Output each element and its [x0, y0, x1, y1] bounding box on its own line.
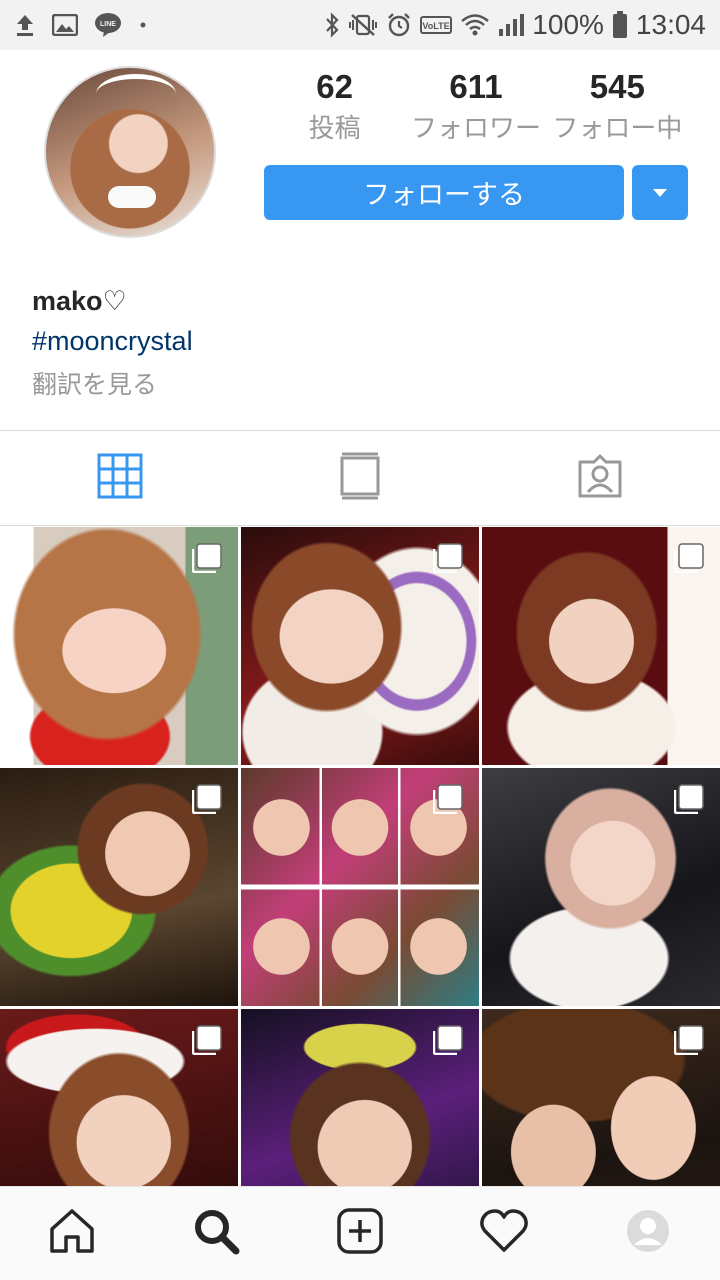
- profile-name: mako♡: [32, 286, 127, 316]
- profile-stats: 62 投稿 611 フォロワー 545 フォロー中: [264, 66, 688, 148]
- multiple-photos-icon: [674, 1025, 704, 1055]
- signal-icon: [498, 13, 525, 37]
- see-translation-link[interactable]: 翻訳を見る: [32, 365, 157, 401]
- multiple-photos-icon: [192, 543, 222, 573]
- bio-hashtag-link[interactable]: #mooncrystal: [32, 326, 193, 357]
- stat-followers[interactable]: 611 フォロワー: [405, 66, 546, 148]
- dot-icon: [138, 20, 148, 30]
- new-post-icon: [336, 1207, 384, 1260]
- suggestions-dropdown-button[interactable]: [632, 165, 688, 220]
- multiple-photos-icon: [192, 784, 222, 814]
- nav-home[interactable]: [0, 1187, 144, 1280]
- wifi-icon: [460, 13, 490, 37]
- stat-following[interactable]: 545 フォロー中: [547, 66, 688, 148]
- multiple-photos-icon: [433, 1025, 463, 1055]
- multiple-photos-icon: [674, 784, 704, 814]
- post-thumbnail[interactable]: [241, 768, 479, 1006]
- volte-icon: VoLTE: [420, 15, 453, 35]
- stat-value: 545: [589, 68, 645, 105]
- avatar[interactable]: [44, 66, 216, 238]
- grid-icon: [97, 453, 143, 504]
- multiple-photos-icon: [433, 543, 463, 573]
- multiple-photos-icon: [433, 784, 463, 814]
- line-icon: LINE: [94, 12, 122, 38]
- multiple-photos-icon: [674, 543, 704, 573]
- nav-search[interactable]: [144, 1187, 288, 1280]
- search-icon: [192, 1207, 240, 1260]
- image-icon: [52, 14, 78, 36]
- tab-grid[interactable]: [0, 431, 240, 525]
- profile-icon: [626, 1209, 670, 1258]
- status-bar: LINE VoLTE 100% 13:04: [0, 0, 720, 50]
- avatar-bow: [108, 186, 156, 208]
- multiple-photos-icon: [192, 1025, 222, 1055]
- post-thumbnail[interactable]: [482, 768, 720, 1006]
- stat-label: フォロワー: [410, 113, 541, 143]
- bluetooth-icon: [324, 12, 340, 38]
- home-icon: [48, 1207, 96, 1260]
- stat-label: フォロー中: [552, 113, 683, 143]
- svg-text:LINE: LINE: [100, 21, 116, 28]
- profile-header: 62 投稿 611 フォロワー 545 フォロー中 フォローする mako♡ #…: [0, 50, 720, 430]
- nav-activity[interactable]: [432, 1187, 576, 1280]
- post-thumbnail[interactable]: [241, 527, 479, 765]
- tab-feed[interactable]: [240, 431, 480, 525]
- post-thumbnail[interactable]: [0, 527, 238, 765]
- vibrate-icon: [348, 12, 378, 38]
- post-thumbnail[interactable]: [0, 1009, 238, 1187]
- post-thumbnail[interactable]: [482, 1009, 720, 1187]
- tagged-icon: [576, 454, 624, 503]
- caret-down-icon: [652, 188, 668, 198]
- feed-icon: [340, 452, 380, 505]
- battery-percent: 100%: [532, 9, 604, 40]
- stat-label: 投稿: [308, 113, 361, 143]
- stat-value: 62: [316, 68, 354, 105]
- battery-icon: [612, 11, 628, 39]
- post-thumbnail[interactable]: [241, 1009, 479, 1187]
- profile-tabs: [0, 430, 720, 526]
- post-thumbnail[interactable]: [482, 527, 720, 765]
- stat-value: 611: [449, 68, 503, 105]
- stat-posts[interactable]: 62 投稿: [264, 66, 405, 148]
- nav-new-post[interactable]: [288, 1187, 432, 1280]
- svg-text:VoLTE: VoLTE: [423, 21, 450, 31]
- clock: 13:04: [635, 9, 706, 40]
- bottom-navigation: [0, 1186, 720, 1280]
- alarm-icon: [386, 12, 412, 38]
- avatar-bunny-ears: [96, 74, 176, 114]
- post-thumbnail[interactable]: [0, 768, 238, 1006]
- tab-tagged[interactable]: [480, 431, 720, 525]
- nav-profile[interactable]: [576, 1187, 720, 1280]
- activity-icon: [479, 1208, 529, 1259]
- upload-icon: [14, 13, 36, 37]
- follow-button[interactable]: フォローする: [264, 165, 624, 220]
- post-grid: [0, 527, 720, 1187]
